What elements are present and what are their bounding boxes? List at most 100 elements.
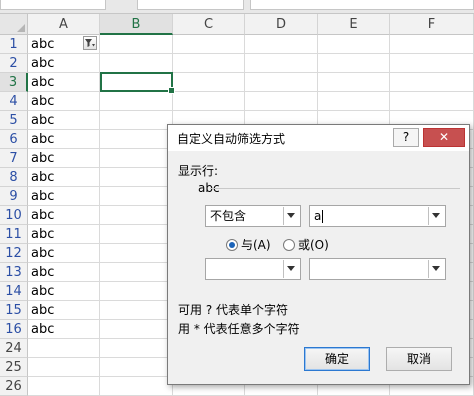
cell-b[interactable] [100,206,173,225]
active-cell-b3[interactable] [100,72,175,94]
row-header[interactable]: 4 [0,92,28,111]
cell-a[interactable] [28,339,100,358]
row-header[interactable]: 3 [0,73,28,92]
select-all-corner[interactable] [0,14,28,35]
condition1-operator-dropdown-icon[interactable] [283,207,299,225]
cell-c[interactable] [173,35,245,54]
or-radio[interactable]: 或(O) [283,236,329,253]
filter-dropdown-icon[interactable] [83,36,97,50]
name-box[interactable] [0,0,106,10]
cell-d[interactable] [245,35,318,54]
formula-bar-input[interactable] [250,0,474,10]
cell-b[interactable] [100,92,173,111]
condition1-operator-select[interactable]: 不包含 [205,205,301,227]
cell-a[interactable]: abc [28,320,100,339]
cell-a[interactable]: abc [28,149,100,168]
cell-a[interactable]: abc [28,282,100,301]
cell-b[interactable] [100,111,173,130]
row-header[interactable]: 25 [0,358,28,377]
cell-b[interactable] [100,358,173,377]
cell-a[interactable]: abc [28,92,100,111]
cell-d[interactable] [245,54,318,73]
cell-b[interactable] [100,263,173,282]
cell-a[interactable]: abc [28,244,100,263]
close-button[interactable]: ✕ [423,128,465,147]
cell-f[interactable] [390,54,474,73]
row-header[interactable]: 12 [0,244,28,263]
cell-f[interactable] [390,73,474,92]
cell-a[interactable]: abc [28,130,100,149]
row-header[interactable]: 14 [0,282,28,301]
cell-b[interactable] [100,187,173,206]
cell-b[interactable] [100,54,173,73]
cell-c[interactable] [173,73,245,92]
cell-b[interactable] [100,244,173,263]
cell-a[interactable]: abc [28,35,100,54]
or-radio-indicator[interactable] [283,238,295,251]
row-header[interactable]: 10 [0,206,28,225]
condition2-value-dropdown-icon[interactable] [428,260,444,278]
formula-bar-buttons[interactable] [137,0,244,10]
row-header[interactable]: 1 [0,35,28,54]
cell-a[interactable]: abc [28,263,100,282]
ok-button[interactable]: 确定 [304,347,370,371]
cell-b[interactable] [100,35,173,54]
cell-c[interactable] [173,54,245,73]
cell-a[interactable]: abc [28,206,100,225]
column-header-e[interactable]: E [318,14,390,35]
cancel-button[interactable]: 取消 [386,347,452,371]
cell-e[interactable] [318,54,390,73]
cell-a[interactable]: abc [28,301,100,320]
cell-e[interactable] [318,35,390,54]
fill-handle[interactable] [168,87,175,94]
row-header[interactable]: 2 [0,54,28,73]
cell-f[interactable] [390,92,474,111]
condition2-operator-select[interactable] [205,258,301,280]
column-header-f[interactable]: F [390,14,474,35]
cell-b[interactable] [100,149,173,168]
row-header[interactable]: 9 [0,187,28,206]
cell-a[interactable]: abc [28,111,100,130]
cell-a[interactable]: abc [28,54,100,73]
row-header[interactable]: 7 [0,149,28,168]
column-header-a[interactable]: A [28,14,100,35]
cell-a[interactable]: abc [28,187,100,206]
column-header-b[interactable]: B [100,14,173,35]
cell-a[interactable] [28,358,100,377]
row-header[interactable]: 26 [0,377,28,396]
cell-a[interactable]: abc [28,168,100,187]
cell-b[interactable] [100,301,173,320]
row-header[interactable]: 13 [0,263,28,282]
row-header[interactable]: 11 [0,225,28,244]
cell-d[interactable] [245,73,318,92]
condition2-value-input[interactable] [309,258,446,280]
cell-a[interactable] [28,377,100,396]
row-header[interactable]: 16 [0,320,28,339]
condition1-value-dropdown-icon[interactable] [428,207,444,225]
cell-b[interactable] [100,339,173,358]
cell-b[interactable] [100,377,173,396]
cell-f[interactable] [390,35,474,54]
cell-b[interactable] [100,168,173,187]
cell-e[interactable] [318,73,390,92]
cell-d[interactable] [245,92,318,111]
cell-b[interactable] [100,282,173,301]
row-header[interactable]: 8 [0,168,28,187]
cell-b[interactable] [100,320,173,339]
and-radio[interactable]: 与(A) [226,236,271,253]
row-header[interactable]: 6 [0,130,28,149]
cell-a[interactable]: abc [28,225,100,244]
row-header[interactable]: 24 [0,339,28,358]
cell-b[interactable] [100,225,173,244]
cell-c[interactable] [173,92,245,111]
condition1-value-input[interactable]: a [309,205,446,227]
cell-b[interactable] [100,130,173,149]
cell-e[interactable] [318,92,390,111]
help-button[interactable]: ? [393,128,419,147]
row-header[interactable]: 5 [0,111,28,130]
and-radio-indicator[interactable] [226,238,238,251]
column-header-d[interactable]: D [245,14,318,35]
column-header-c[interactable]: C [173,14,245,35]
cell-a[interactable]: abc [28,73,100,92]
condition2-operator-dropdown-icon[interactable] [283,260,299,278]
